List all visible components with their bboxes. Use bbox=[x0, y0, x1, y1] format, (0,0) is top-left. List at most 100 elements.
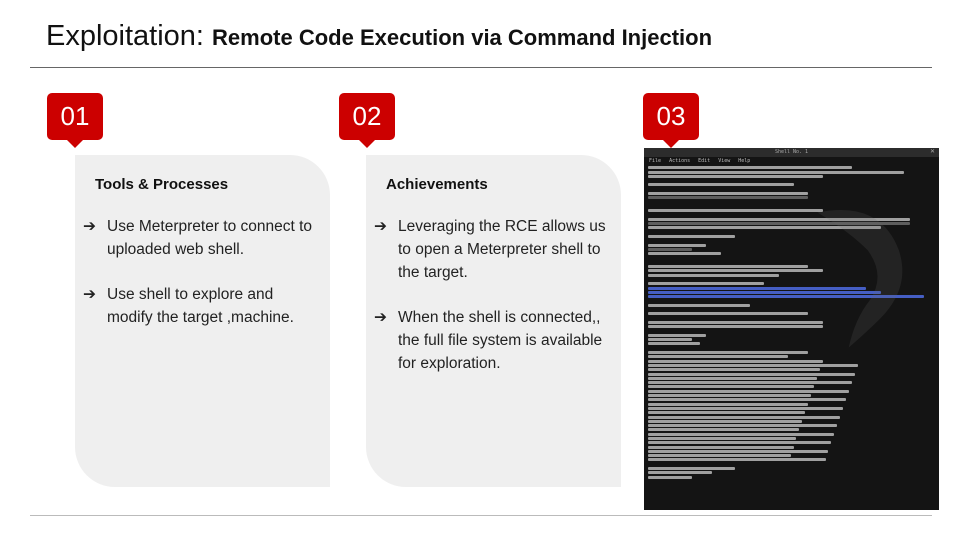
bullet-text: Use Meterpreter to connect to uploaded w… bbox=[107, 218, 313, 258]
terminal-line bbox=[648, 252, 721, 256]
terminal-line bbox=[648, 471, 713, 475]
bullet-item: ➔ Use Meterpreter to connect to uploaded … bbox=[83, 215, 323, 261]
card-heading: Tools & Processes bbox=[95, 176, 229, 193]
bullet-item: ➔ Leveraging the RCE allows us to open a … bbox=[374, 215, 614, 284]
terminal-line bbox=[648, 303, 750, 307]
terminal-line bbox=[648, 282, 765, 286]
bullet-text: Leveraging the RCE allows us to open a M… bbox=[398, 218, 606, 281]
terminal-line bbox=[648, 338, 692, 342]
page-title: Exploitation: Remote Code Execution via … bbox=[46, 20, 712, 53]
terminal-line bbox=[648, 269, 823, 273]
terminal-screenshot: Shell No. 1 ✕ File Actions Edit View Hel… bbox=[644, 148, 939, 510]
terminal-line bbox=[648, 342, 701, 346]
terminal-line bbox=[648, 372, 855, 376]
card-tools-processes: Tools & Processes ➔ Use Meterpreter to co… bbox=[75, 155, 330, 487]
terminal-line bbox=[648, 355, 788, 359]
terminal-line bbox=[648, 394, 811, 398]
terminal-line bbox=[648, 273, 779, 277]
terminal-line bbox=[648, 170, 905, 174]
terminal-line bbox=[648, 290, 881, 294]
terminal-line bbox=[648, 389, 849, 393]
step-badge-01: 01 bbox=[47, 93, 103, 148]
bullet-text: When the shell is connected,, the full f… bbox=[398, 309, 603, 372]
terminal-line bbox=[648, 359, 823, 363]
terminal-line bbox=[648, 174, 823, 178]
terminal-line bbox=[648, 363, 858, 367]
step-badge-03: 03 bbox=[643, 93, 699, 148]
terminal-line bbox=[648, 312, 809, 316]
bullet-text: Use shell to explore and modify the targ… bbox=[107, 286, 294, 326]
menu-item: View bbox=[718, 158, 731, 164]
terminal-line bbox=[648, 209, 823, 213]
bullet-item: ➔ Use shell to explore and modify the tar… bbox=[83, 283, 323, 329]
card-heading: Achievements bbox=[386, 176, 488, 193]
terminal-line bbox=[648, 385, 814, 389]
terminal-line bbox=[648, 428, 800, 432]
terminal-line bbox=[648, 458, 826, 462]
footer-divider bbox=[30, 515, 932, 516]
terminal-line bbox=[648, 445, 794, 449]
terminal-line bbox=[648, 217, 910, 221]
terminal-line bbox=[648, 196, 809, 200]
terminal-line bbox=[648, 192, 809, 196]
terminal-line bbox=[648, 419, 803, 423]
terminal-output bbox=[644, 166, 939, 479]
terminal-line bbox=[648, 351, 809, 355]
terminal-line bbox=[648, 381, 852, 385]
title-subtitle: Remote Code Execution via Command Inject… bbox=[212, 25, 713, 50]
terminal-line bbox=[648, 398, 846, 402]
terminal-line bbox=[648, 475, 692, 479]
terminal-line bbox=[648, 325, 823, 329]
terminal-line bbox=[648, 437, 797, 440]
terminal-line bbox=[648, 406, 843, 410]
terminal-line bbox=[648, 368, 820, 372]
card-achievements: Achievements ➔ Leveraging the RCE allows … bbox=[366, 155, 621, 487]
terminal-line bbox=[648, 265, 809, 269]
arrow-icon: ➔ bbox=[83, 286, 96, 303]
terminal-line bbox=[648, 226, 881, 230]
terminal-line bbox=[648, 295, 925, 299]
terminal-line bbox=[648, 424, 838, 428]
terminal-line bbox=[648, 402, 809, 406]
terminal-line bbox=[648, 166, 852, 170]
terminal-line bbox=[648, 467, 736, 471]
title-main: Exploitation: bbox=[46, 20, 213, 52]
terminal-line bbox=[648, 222, 910, 226]
terminal-line bbox=[648, 432, 835, 436]
terminal-line bbox=[648, 320, 823, 324]
terminal-line bbox=[648, 243, 707, 247]
menu-item: Actions bbox=[669, 158, 691, 164]
title-divider bbox=[30, 67, 932, 68]
menu-item: File bbox=[649, 158, 662, 164]
arrow-icon: ➔ bbox=[83, 218, 96, 235]
terminal-line bbox=[648, 449, 829, 453]
terminal-line bbox=[648, 286, 867, 290]
terminal-titlebar: Shell No. 1 ✕ bbox=[644, 148, 939, 157]
close-icon: ✕ bbox=[929, 149, 935, 155]
terminal-window-title: Shell No. 1 bbox=[774, 149, 809, 155]
terminal-line bbox=[648, 247, 692, 251]
bullet-list: ➔ Leveraging the RCE allows us to open a … bbox=[374, 215, 614, 397]
arrow-icon: ➔ bbox=[374, 309, 387, 326]
bullet-item: ➔ When the shell is connected,, the full … bbox=[374, 306, 614, 375]
arrow-icon: ➔ bbox=[374, 218, 387, 235]
terminal-line bbox=[648, 333, 707, 337]
menu-item: Edit bbox=[698, 158, 711, 164]
terminal-menubar: File Actions Edit View Help bbox=[644, 157, 939, 165]
terminal-line bbox=[648, 454, 791, 458]
